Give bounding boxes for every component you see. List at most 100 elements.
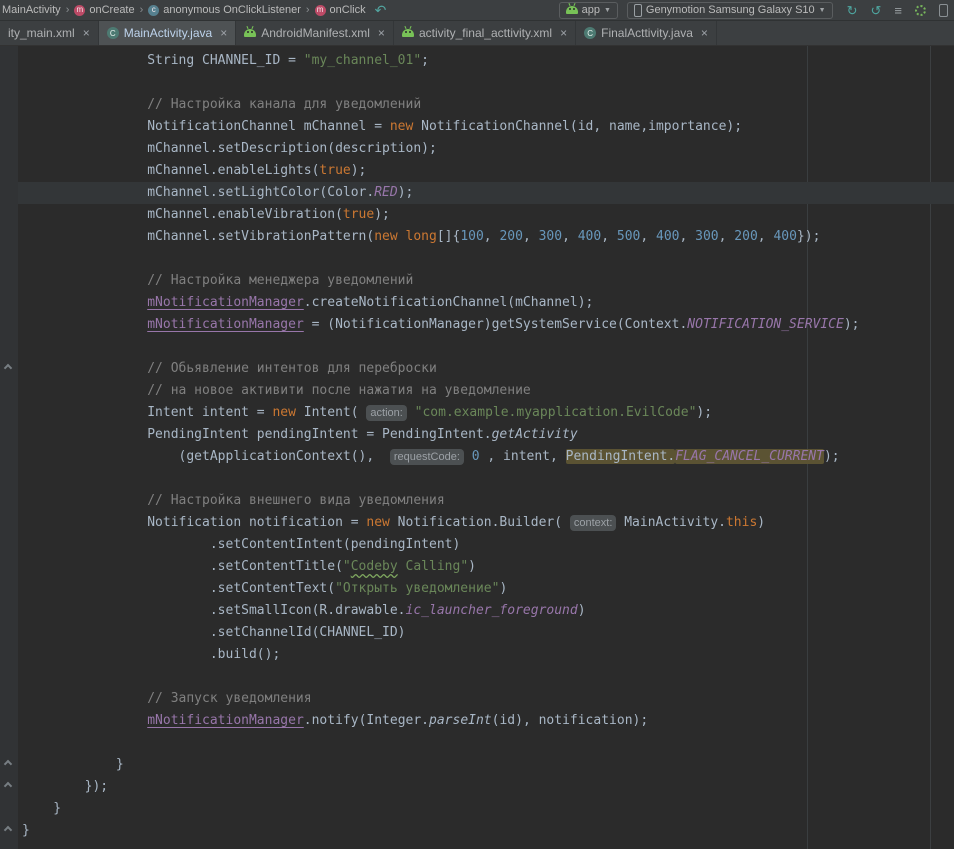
code-line[interactable]: mNotificationManager.notify(Integer.pars… xyxy=(18,710,954,732)
tab-activity-final-xml[interactable]: activity_final_acttivity.xml × xyxy=(394,21,576,45)
code-segment: } xyxy=(22,801,61,816)
code-line[interactable] xyxy=(18,732,954,754)
tab-androidmanifest-xml[interactable]: AndroidManifest.xml × xyxy=(236,21,394,45)
code-line[interactable]: PendingIntent pendingIntent = PendingInt… xyxy=(18,424,954,446)
tab-finalacttivity-java[interactable]: C FinalActtivity.java × xyxy=(576,21,717,45)
code-segment: NOTIFICATION_SERVICE xyxy=(687,317,844,332)
code-segment: NotificationChannel mChannel = xyxy=(22,119,390,134)
code-segment: mChannel.setDescription(description); xyxy=(22,141,437,156)
code-segment xyxy=(464,449,472,464)
code-line[interactable]: // Настройка внешнего вида уведомления xyxy=(18,490,954,512)
code-line[interactable] xyxy=(18,666,954,688)
code-line[interactable]: }); xyxy=(18,776,954,798)
code-segment: 500 xyxy=(617,229,640,244)
code-segment: = (NotificationManager)getSystemService(… xyxy=(304,317,688,332)
code-line[interactable]: Intent intent = new Intent( action: "com… xyxy=(18,402,954,424)
code-segment: RED xyxy=(374,185,397,200)
code-segment xyxy=(398,229,406,244)
code-line[interactable]: (getApplicationContext(), requestCode: 0… xyxy=(18,446,954,468)
code-line[interactable]: NotificationChannel mChannel = new Notif… xyxy=(18,116,954,138)
code-segment: new xyxy=(390,119,413,134)
code-line[interactable] xyxy=(18,72,954,94)
code-line[interactable]: .setContentIntent(pendingIntent) xyxy=(18,534,954,556)
build-variants-icon[interactable]: ≡ xyxy=(894,4,902,17)
code-line[interactable] xyxy=(18,468,954,490)
android-robot-icon xyxy=(244,29,256,37)
code-line[interactable]: // на новое активити после нажатия на ув… xyxy=(18,380,954,402)
code-segment: " xyxy=(343,559,351,574)
code-segment: .setContentIntent(pendingIntent) xyxy=(22,537,460,552)
code-line[interactable]: Notification notification = new Notifica… xyxy=(18,512,954,534)
fold-marker-icon[interactable] xyxy=(4,826,12,834)
fold-marker-icon[interactable] xyxy=(4,760,12,768)
code-line[interactable]: } xyxy=(18,820,954,842)
code-line[interactable]: mChannel.enableLights(true); xyxy=(18,160,954,182)
code-segment: ic_launcher_foreground xyxy=(406,603,578,618)
close-icon[interactable]: × xyxy=(378,26,385,40)
code-line[interactable]: // Обьявление интентов для переброски xyxy=(18,358,954,380)
code-segment: ) xyxy=(578,603,586,618)
code-segment xyxy=(407,405,415,420)
breadcrumb-class[interactable]: MainActivity xyxy=(2,4,61,16)
sdk-manager-icon[interactable] xyxy=(915,5,926,16)
android-robot-icon xyxy=(402,29,414,37)
device-selector[interactable]: Genymotion Samsung Galaxy S10 ▼ xyxy=(627,2,833,19)
code-line[interactable]: .setContentText("Открыть уведомление") xyxy=(18,578,954,600)
run-configuration-selector[interactable]: app ▼ xyxy=(559,2,618,19)
close-icon[interactable]: × xyxy=(701,26,708,40)
close-icon[interactable]: × xyxy=(560,26,567,40)
code-line[interactable]: .build(); xyxy=(18,644,954,666)
code-segment: // на новое активити после нажатия на ув… xyxy=(22,383,531,398)
code-line[interactable]: mChannel.enableVibration(true); xyxy=(18,204,954,226)
editor-gutter xyxy=(0,46,18,849)
fold-marker-icon[interactable] xyxy=(4,782,12,790)
code-line[interactable]: .setContentTitle("Codeby Calling") xyxy=(18,556,954,578)
code-segment: ); xyxy=(844,317,860,332)
code-editor[interactable]: String CHANNEL_ID = "my_channel_01"; // … xyxy=(0,46,954,849)
code-segment: true xyxy=(319,163,350,178)
breadcrumb-oncreate[interactable]: onCreate xyxy=(89,4,134,16)
code-segment: ) xyxy=(468,559,476,574)
code-segment: // Настройка канала для уведомлений xyxy=(22,97,421,112)
code-line[interactable]: } xyxy=(18,754,954,776)
tab-label: AndroidManifest.xml xyxy=(261,26,370,40)
code-segment: mNotificationManager xyxy=(147,317,304,332)
avd-manager-icon[interactable] xyxy=(939,4,948,17)
code-area[interactable]: String CHANNEL_ID = "my_channel_01"; // … xyxy=(18,50,954,842)
breadcrumb-listener[interactable]: anonymous OnClickListener xyxy=(163,4,301,16)
code-segment: []{ xyxy=(437,229,460,244)
code-line[interactable]: .setSmallIcon(R.drawable.ic_launcher_for… xyxy=(18,600,954,622)
code-segment: // Запуск уведомления xyxy=(22,691,312,706)
gradle-sync-icon[interactable]: ↻ xyxy=(847,4,858,17)
code-segment: new xyxy=(272,405,295,420)
code-segment: .setContentText( xyxy=(22,581,335,596)
code-segment: ); xyxy=(824,449,840,464)
code-line[interactable]: mChannel.setVibrationPattern(new long[]{… xyxy=(18,226,954,248)
close-icon[interactable]: × xyxy=(83,26,90,40)
code-line[interactable]: // Настройка канала для уведомлений xyxy=(18,94,954,116)
code-line[interactable]: String CHANNEL_ID = "my_channel_01"; xyxy=(18,50,954,72)
navigate-back-icon[interactable]: ↶ xyxy=(375,2,387,19)
code-line[interactable]: mNotificationManager = (NotificationMana… xyxy=(18,314,954,336)
tab-activity-main-xml[interactable]: ity_main.xml × xyxy=(0,21,99,45)
code-segment: ) xyxy=(499,581,507,596)
code-line[interactable]: mChannel.setDescription(description); xyxy=(18,138,954,160)
code-line[interactable]: mNotificationManager.createNotificationC… xyxy=(18,292,954,314)
close-icon[interactable]: × xyxy=(220,26,227,40)
code-segment: Codeby xyxy=(351,559,398,574)
code-line[interactable]: mChannel.setLightColor(Color.RED); xyxy=(18,182,954,204)
code-line[interactable]: } xyxy=(18,798,954,820)
breadcrumb-onclick[interactable]: onClick xyxy=(330,4,366,16)
code-line[interactable]: // Настройка менеджера уведомлений xyxy=(18,270,954,292)
attach-debugger-icon[interactable]: ↺ xyxy=(871,4,882,17)
code-line[interactable]: // Запуск уведомления xyxy=(18,688,954,710)
code-segment: } xyxy=(22,757,124,772)
code-segment: 100 xyxy=(460,229,483,244)
code-line[interactable] xyxy=(18,336,954,358)
code-segment: long xyxy=(406,229,437,244)
breadcrumb-separator: › xyxy=(306,4,310,16)
tab-mainactivity-java[interactable]: C MainActivity.java × xyxy=(99,21,237,45)
fold-marker-icon[interactable] xyxy=(4,364,12,372)
code-line[interactable] xyxy=(18,248,954,270)
code-line[interactable]: .setChannelId(CHANNEL_ID) xyxy=(18,622,954,644)
